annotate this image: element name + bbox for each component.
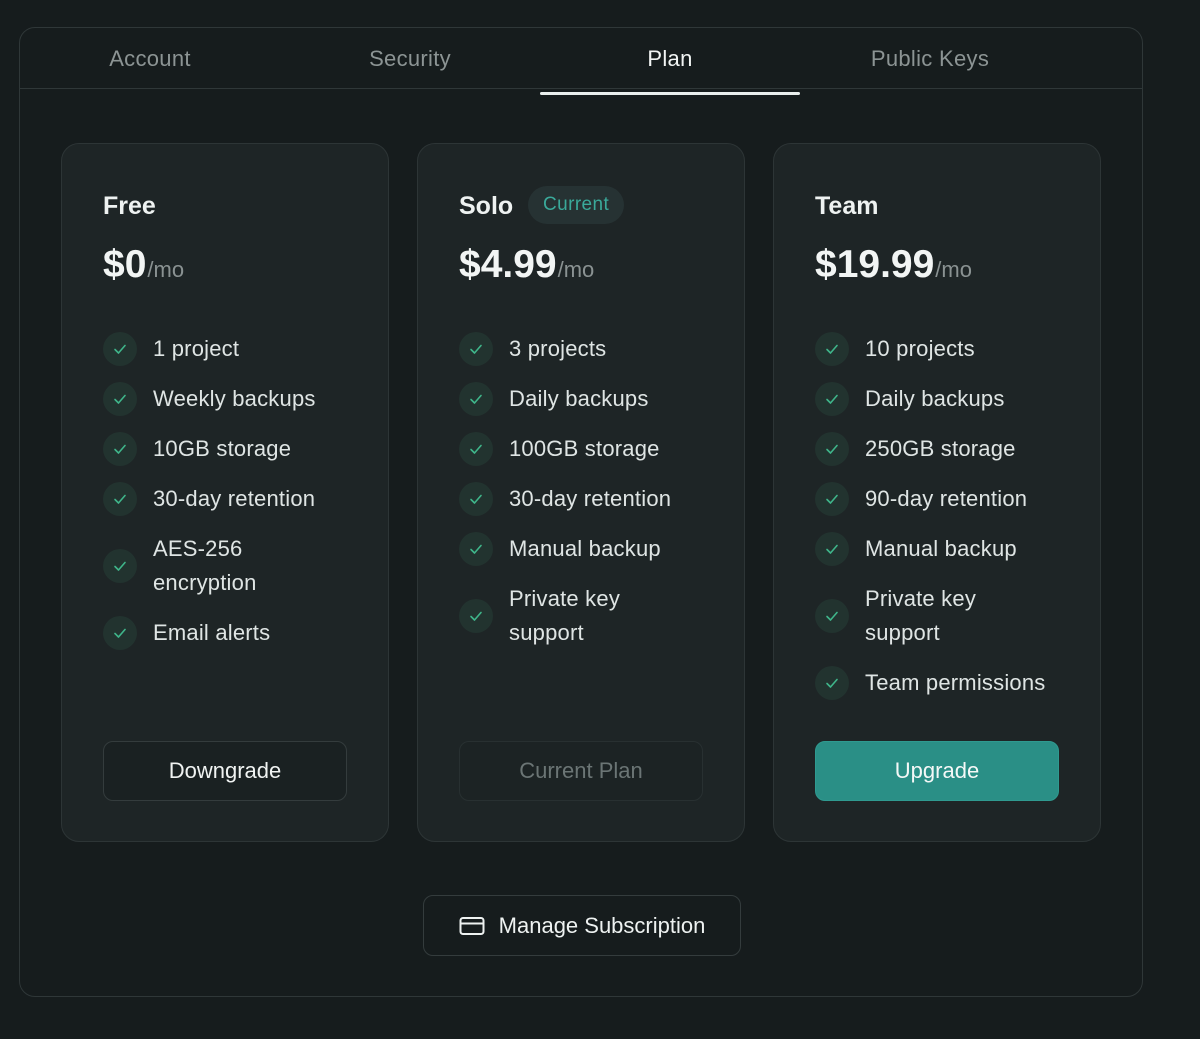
plan-name: Team (815, 192, 879, 220)
check-icon (815, 482, 849, 516)
feature-text: 10GB storage (153, 436, 292, 461)
manage-subscription-button[interactable]: Manage Subscription (423, 895, 741, 956)
plan-name: Solo (459, 192, 514, 220)
feature-text: 3 projects (509, 336, 607, 361)
feature-text: Daily backups (509, 386, 649, 411)
feature-item: Email alerts (103, 616, 373, 650)
check-icon (103, 616, 137, 650)
manage-subscription-label: Manage Subscription (498, 912, 706, 938)
feature-item: Manual backup (459, 532, 729, 566)
feature-item: 30-day retention (103, 482, 373, 516)
tab-account[interactable]: Account (20, 28, 280, 89)
check-icon (815, 599, 849, 633)
feature-item: 3 projects (459, 332, 729, 366)
feature-text: 30-day retention (153, 486, 316, 511)
feature-list: 1 project Weekly backups 10GB storage 30… (103, 332, 373, 666)
feature-item: 10 projects (815, 332, 1085, 366)
price-amount: $0 (103, 243, 147, 286)
feature-item: Manual backup (815, 532, 1085, 566)
upgrade-button[interactable]: Upgrade (815, 741, 1059, 801)
check-icon (459, 382, 493, 416)
price-unit: /mo (935, 257, 972, 282)
feature-item: 100GB storage (459, 432, 729, 466)
current-badge: Current (528, 186, 625, 224)
feature-text: 30-day retention (509, 486, 672, 511)
check-icon (103, 549, 137, 583)
feature-text: 10 projects (865, 336, 975, 361)
check-icon (815, 332, 849, 366)
feature-item: 30-day retention (459, 482, 729, 516)
feature-text: Private key support (865, 586, 977, 645)
feature-list: 3 projects Daily backups 100GB storage 3… (459, 332, 729, 666)
check-icon (459, 532, 493, 566)
feature-item: 1 project (103, 332, 373, 366)
feature-text: AES-256 encryption (153, 536, 257, 595)
current-plan-button[interactable]: Current Plan (459, 741, 703, 801)
feature-text: Email alerts (153, 620, 271, 645)
price-amount: $19.99 (815, 243, 935, 286)
feature-text: Team permissions (865, 670, 1046, 695)
feature-text: 1 project (153, 336, 240, 361)
feature-text: Weekly backups (153, 386, 316, 411)
plan-price: $19.99 /mo (815, 243, 972, 287)
feature-item: Daily backups (815, 382, 1085, 416)
tab-public-keys[interactable]: Public Keys (800, 28, 1060, 89)
feature-item: AES-256 encryption (103, 532, 373, 600)
tab-security[interactable]: Security (280, 28, 540, 89)
feature-text: 250GB storage (865, 436, 1016, 461)
tab-bar: Account Security Plan Public Keys (20, 28, 1142, 95)
feature-text: 90-day retention (865, 486, 1028, 511)
check-icon (459, 432, 493, 466)
check-icon (815, 532, 849, 566)
downgrade-button[interactable]: Downgrade (103, 741, 347, 801)
check-icon (815, 382, 849, 416)
plan-name: Free (103, 192, 156, 220)
tab-plan[interactable]: Plan (540, 28, 800, 95)
plan-card-free: Free $0 /mo 1 project Weekly backups 10G… (61, 143, 389, 842)
plan-price: $0 /mo (103, 243, 184, 287)
feature-text: Manual backup (509, 536, 661, 561)
feature-item: 10GB storage (103, 432, 373, 466)
plan-card-team: Team $19.99 /mo 10 projects Daily backup… (773, 143, 1101, 842)
credit-card-icon (459, 916, 485, 936)
feature-item: Daily backups (459, 382, 729, 416)
check-icon (103, 432, 137, 466)
check-icon (103, 332, 137, 366)
check-icon (815, 432, 849, 466)
feature-list: 10 projects Daily backups 250GB storage … (815, 332, 1085, 716)
feature-item: Team permissions (815, 666, 1085, 700)
feature-item: Weekly backups (103, 382, 373, 416)
plan-price: $4.99 /mo (459, 243, 594, 287)
plan-card-solo: Solo Current $4.99 /mo 3 projects Daily … (417, 143, 745, 842)
feature-item: Private key support (815, 582, 1085, 650)
feature-item: Private key support (459, 582, 729, 650)
price-amount: $4.99 (459, 243, 557, 286)
check-icon (103, 382, 137, 416)
feature-text: Manual backup (865, 536, 1017, 561)
check-icon (459, 599, 493, 633)
price-unit: /mo (147, 257, 185, 282)
feature-text: Daily backups (865, 386, 1005, 411)
check-icon (815, 666, 849, 700)
check-icon (459, 332, 493, 366)
check-icon (103, 482, 137, 516)
feature-text: 100GB storage (509, 436, 660, 461)
check-icon (459, 482, 493, 516)
settings-panel: Account Security Plan Public Keys Free $… (19, 27, 1143, 997)
feature-item: 250GB storage (815, 432, 1085, 466)
feature-item: 90-day retention (815, 482, 1085, 516)
price-unit: /mo (557, 257, 595, 282)
feature-text: Private key support (509, 586, 621, 645)
